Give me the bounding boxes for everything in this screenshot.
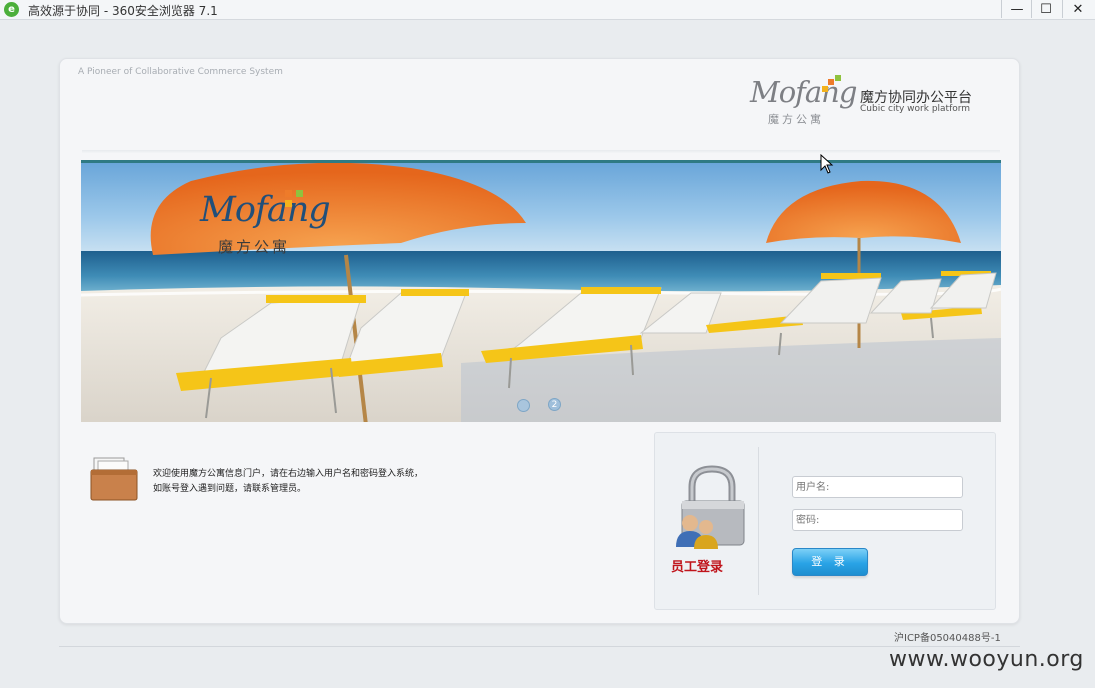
mouse-cursor-icon [820, 154, 834, 174]
logo-square-green [835, 75, 841, 81]
footer-divider [59, 646, 1020, 647]
padlock-users-icon [670, 465, 758, 550]
header-divider [82, 150, 1000, 153]
slide-indicator-2[interactable]: 2 [548, 398, 561, 411]
close-button[interactable]: ✕ [1063, 0, 1093, 18]
umbrella-logo-wordmark: Mofang [200, 190, 331, 230]
login-divider [758, 447, 759, 595]
browser-icon: e [4, 2, 19, 17]
umbrella-logo-square-green [296, 190, 303, 197]
umbrella-logo-square-yellow [285, 200, 292, 207]
logo-square-yellow [822, 86, 828, 92]
platform-name-en: Cubic city work platform [860, 104, 971, 114]
logo-subtitle: 魔方公寓 [768, 113, 824, 126]
maximize-button[interactable]: ☐ [1031, 0, 1061, 18]
login-button[interactable]: 登 录 [792, 548, 868, 576]
password-input[interactable] [792, 509, 963, 531]
mofang-logo: Mofang 魔方公寓 [750, 75, 857, 127]
welcome-text: 欢迎使用魔方公寓信息门户，请在右边输入用户名和密码登入系统， 如账号登入遇到问题… [153, 467, 423, 497]
window-title: 高效源于协同 - 360安全浏览器 7.1 [28, 4, 218, 18]
icp-record: 沪ICP备05040488号-1 [894, 633, 1001, 644]
welcome-line-2: 如账号登入遇到问题，请联系管理员。 [153, 484, 307, 494]
welcome-line-1: 欢迎使用魔方公寓信息门户，请在右边输入用户名和密码登入系统， [153, 469, 424, 479]
slide-indicator-1[interactable] [517, 399, 530, 412]
umbrella-logo: Mofang 魔方公寓 [200, 190, 331, 256]
login-title: 员工登录 [671, 560, 724, 575]
umbrella-logo-subtitle: 魔方公寓 [218, 238, 291, 256]
tagline: A Pioneer of Collaborative Commerce Syst… [78, 67, 283, 77]
umbrella-logo-square-orange [285, 190, 292, 197]
username-input[interactable] [792, 476, 963, 498]
minimize-button[interactable]: — [1002, 0, 1032, 18]
logo-square-orange [828, 79, 834, 85]
briefcase-icon [90, 456, 138, 502]
window-titlebar: e 高效源于协同 - 360安全浏览器 7.1 — ☐ ✕ [0, 0, 1095, 20]
watermark: www.wooyun.org [889, 647, 1084, 672]
